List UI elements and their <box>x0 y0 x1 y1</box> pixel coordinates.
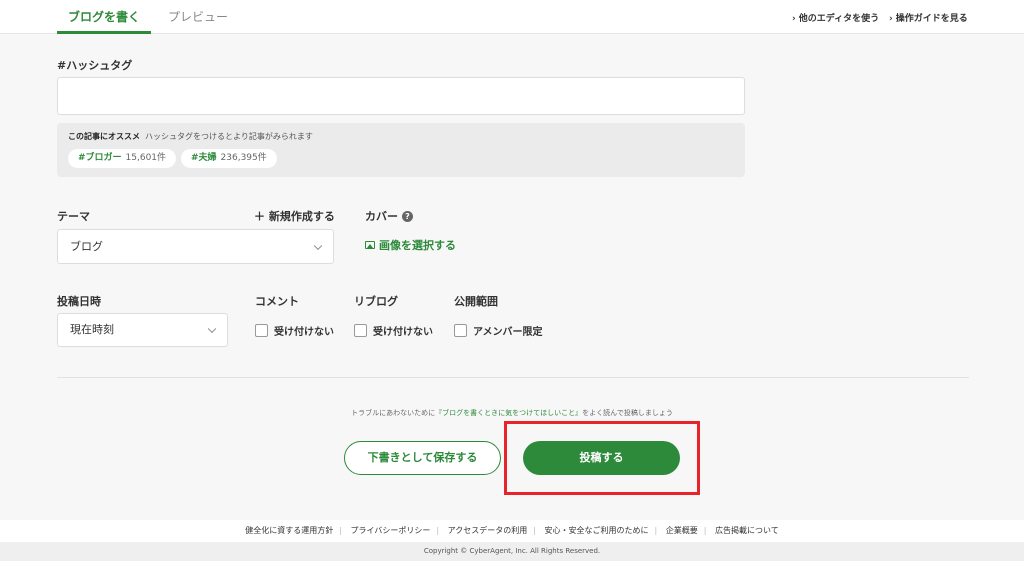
comment-option-label: 受け付けない <box>274 327 334 338</box>
chevron-right-icon: › <box>792 14 796 24</box>
hashtag-chip[interactable]: #ブロガー 15,601件 <box>68 149 177 168</box>
chevron-right-icon: › <box>889 14 893 24</box>
image-icon <box>365 241 375 249</box>
recommendation-title: この記事にオススメ <box>68 132 140 141</box>
comment-label: コメント <box>255 295 299 308</box>
footer-link[interactable]: 広告掲載について <box>715 526 779 535</box>
post-date-select[interactable]: 現在時刻 <box>57 313 228 347</box>
visibility-label: 公開範囲 <box>454 295 498 308</box>
post-date-label: 投稿日時 <box>57 295 101 308</box>
new-theme-button[interactable]: ＋ 新規作成する <box>254 208 335 224</box>
amember-only-checkbox[interactable] <box>454 324 467 337</box>
other-editor-link[interactable]: › 他のエディタを使う <box>792 11 879 24</box>
guide-label: 操作ガイドを見る <box>895 14 968 24</box>
save-draft-button[interactable]: 下書きとして保存する <box>344 441 501 475</box>
hashtag-chip-tag: #ブロガー <box>78 153 122 163</box>
tab-preview[interactable]: プレビュー <box>157 0 239 34</box>
tab-write-blog[interactable]: ブログを書く <box>57 0 151 34</box>
hashtag-chip-count: 15,601件 <box>125 153 167 163</box>
copyright: Copyright © CyberAgent, Inc. All Rights … <box>0 542 1024 561</box>
select-cover-label: 画像を選択する <box>379 239 456 252</box>
chevron-down-icon <box>207 324 217 334</box>
posting-notice: トラブルにあわないために『ブログを書くときに気をつけてほしいこと』をよく読んで投… <box>0 408 1024 418</box>
theme-label: テーマ <box>57 210 90 223</box>
hashtag-chip-count: 236,395件 <box>220 153 267 163</box>
theme-select[interactable]: ブログ <box>57 229 334 264</box>
new-theme-label: 新規作成する <box>268 210 335 223</box>
notice-text-after: をよく読んで投稿しましょう <box>582 409 673 417</box>
hashtag-label: #ハッシュタグ <box>57 59 133 72</box>
separator: | <box>703 526 707 535</box>
hashtag-chip[interactable]: #夫婦 236,395件 <box>181 149 277 168</box>
footer-links: 健全化に資する運用方針 | プライバシーポリシー | アクセスデータの利用 | 安心・… <box>0 520 1024 542</box>
select-cover-image-button[interactable]: 画像を選択する <box>365 237 456 253</box>
hashtag-chip-tag: #夫婦 <box>191 153 217 163</box>
separator: | <box>436 526 440 535</box>
reblog-checkbox-row[interactable]: 受け付けない <box>354 323 433 338</box>
recommendation-header: この記事にオススメ ハッシュタグをつけるとより記事がみられます <box>68 131 313 142</box>
footer-link[interactable]: プライバシーポリシー <box>351 526 431 535</box>
top-bar: ブログを書く プレビュー › 他のエディタを使う › 操作ガイドを見る <box>0 0 1024 34</box>
notice-text-before: トラブルにあわないために <box>351 409 436 417</box>
footer-link[interactable]: 企業概要 <box>666 526 698 535</box>
visibility-checkbox-row[interactable]: アメンバー限定 <box>454 323 543 338</box>
reblog-option-label: 受け付けない <box>373 327 433 338</box>
comment-checkbox[interactable] <box>255 324 268 337</box>
reblog-checkbox[interactable] <box>354 324 367 337</box>
cover-label-group: カバー? <box>365 208 413 224</box>
footer-link[interactable]: アクセスデータの利用 <box>448 526 528 535</box>
highlight-box <box>504 421 700 495</box>
footer-link[interactable]: 安心・安全なご利用のために <box>544 526 648 535</box>
section-divider <box>57 377 969 378</box>
separator: | <box>533 526 536 535</box>
other-editor-label: 他のエディタを使う <box>798 14 880 24</box>
guide-link[interactable]: › 操作ガイドを見る <box>889 11 968 24</box>
separator: | <box>654 526 658 535</box>
guidelines-link[interactable]: 『ブログを書くときに気をつけてほしいこと』 <box>435 409 582 417</box>
chevron-down-icon <box>313 241 323 250</box>
help-icon[interactable]: ? <box>402 211 413 222</box>
post-date-selected-value: 現在時刻 <box>70 323 114 336</box>
visibility-option-label: アメンバー限定 <box>473 327 543 338</box>
separator: | <box>339 526 342 535</box>
footer-link[interactable]: 健全化に資する運用方針 <box>245 526 333 535</box>
recommendation-text: ハッシュタグをつけるとより記事がみられます <box>145 132 313 141</box>
hashtag-recommendation-panel: この記事にオススメ ハッシュタグをつけるとより記事がみられます #ブロガー 15,6… <box>57 123 745 177</box>
reblog-label: リブログ <box>354 295 398 308</box>
hashtag-input[interactable] <box>57 77 745 115</box>
plus-icon: ＋ <box>254 210 265 223</box>
comment-checkbox-row[interactable]: 受け付けない <box>255 323 334 338</box>
cover-label: カバー <box>365 210 398 223</box>
theme-selected-value: ブログ <box>70 240 103 253</box>
